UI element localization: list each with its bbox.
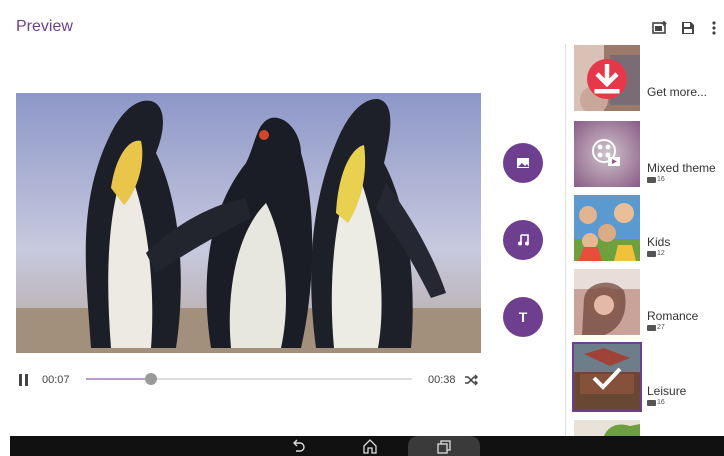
theme-item-get-more[interactable]: Get more... (574, 45, 724, 111)
theme-thumbnail (574, 195, 640, 261)
system-nav-bar (10, 436, 724, 456)
home-icon[interactable] (362, 438, 378, 454)
theme-item-kids[interactable]: Kids 12 (574, 195, 724, 261)
seek-bar-thumb[interactable] (145, 373, 158, 385)
theme-item-leisure[interactable]: Leisure 16 (572, 342, 724, 412)
theme-thumbnail (574, 344, 640, 410)
theme-label: Romance (647, 309, 699, 323)
panel-divider (565, 44, 566, 436)
add-photo-icon[interactable] (652, 20, 668, 36)
more-vert-icon[interactable] (706, 20, 722, 36)
theme-photo-count: 16 (647, 176, 665, 183)
text-icon: T (518, 309, 528, 325)
theme-label: Get more... (647, 85, 708, 99)
theme-photo-count: 27 (647, 324, 665, 331)
save-icon[interactable] (680, 20, 696, 36)
theme-item-partial[interactable] (574, 420, 640, 436)
back-icon[interactable] (290, 438, 306, 454)
theme-item-romance[interactable]: Romance 27 (574, 269, 724, 335)
image-icon (517, 158, 529, 168)
seek-bar[interactable] (86, 373, 412, 385)
theme-label: Mixed theme (647, 161, 716, 175)
shuffle-icon[interactable] (464, 373, 478, 387)
theme-label: Kids (647, 235, 671, 249)
playback-controls: 00:07 00:38 (16, 368, 486, 392)
download-icon (587, 59, 627, 99)
seek-bar-progress (86, 378, 152, 380)
recent-apps-icon (437, 440, 451, 454)
total-time: 00:38 (428, 374, 456, 386)
theme-label: Leisure (647, 384, 687, 398)
theme-thumbnail (574, 45, 640, 111)
app-bar: Preview (0, 0, 724, 44)
video-preview[interactable] (16, 93, 481, 353)
theme-photo-count: 16 (647, 399, 665, 406)
recent-apps-button[interactable] (408, 436, 480, 456)
music-note-icon (518, 234, 529, 246)
theme-photo-count: 12 (647, 250, 665, 257)
theme-thumbnail (574, 269, 640, 335)
edge (0, 436, 10, 456)
current-time: 00:07 (42, 374, 70, 386)
page-title: Preview (16, 18, 73, 35)
theme-thumbnail (574, 121, 640, 187)
add-music-button[interactable] (503, 220, 543, 260)
add-image-button[interactable] (503, 143, 543, 183)
add-text-button[interactable]: T (503, 297, 543, 337)
theme-item-mixed[interactable]: Mixed theme 16 (574, 121, 724, 187)
pause-icon[interactable] (19, 374, 29, 386)
